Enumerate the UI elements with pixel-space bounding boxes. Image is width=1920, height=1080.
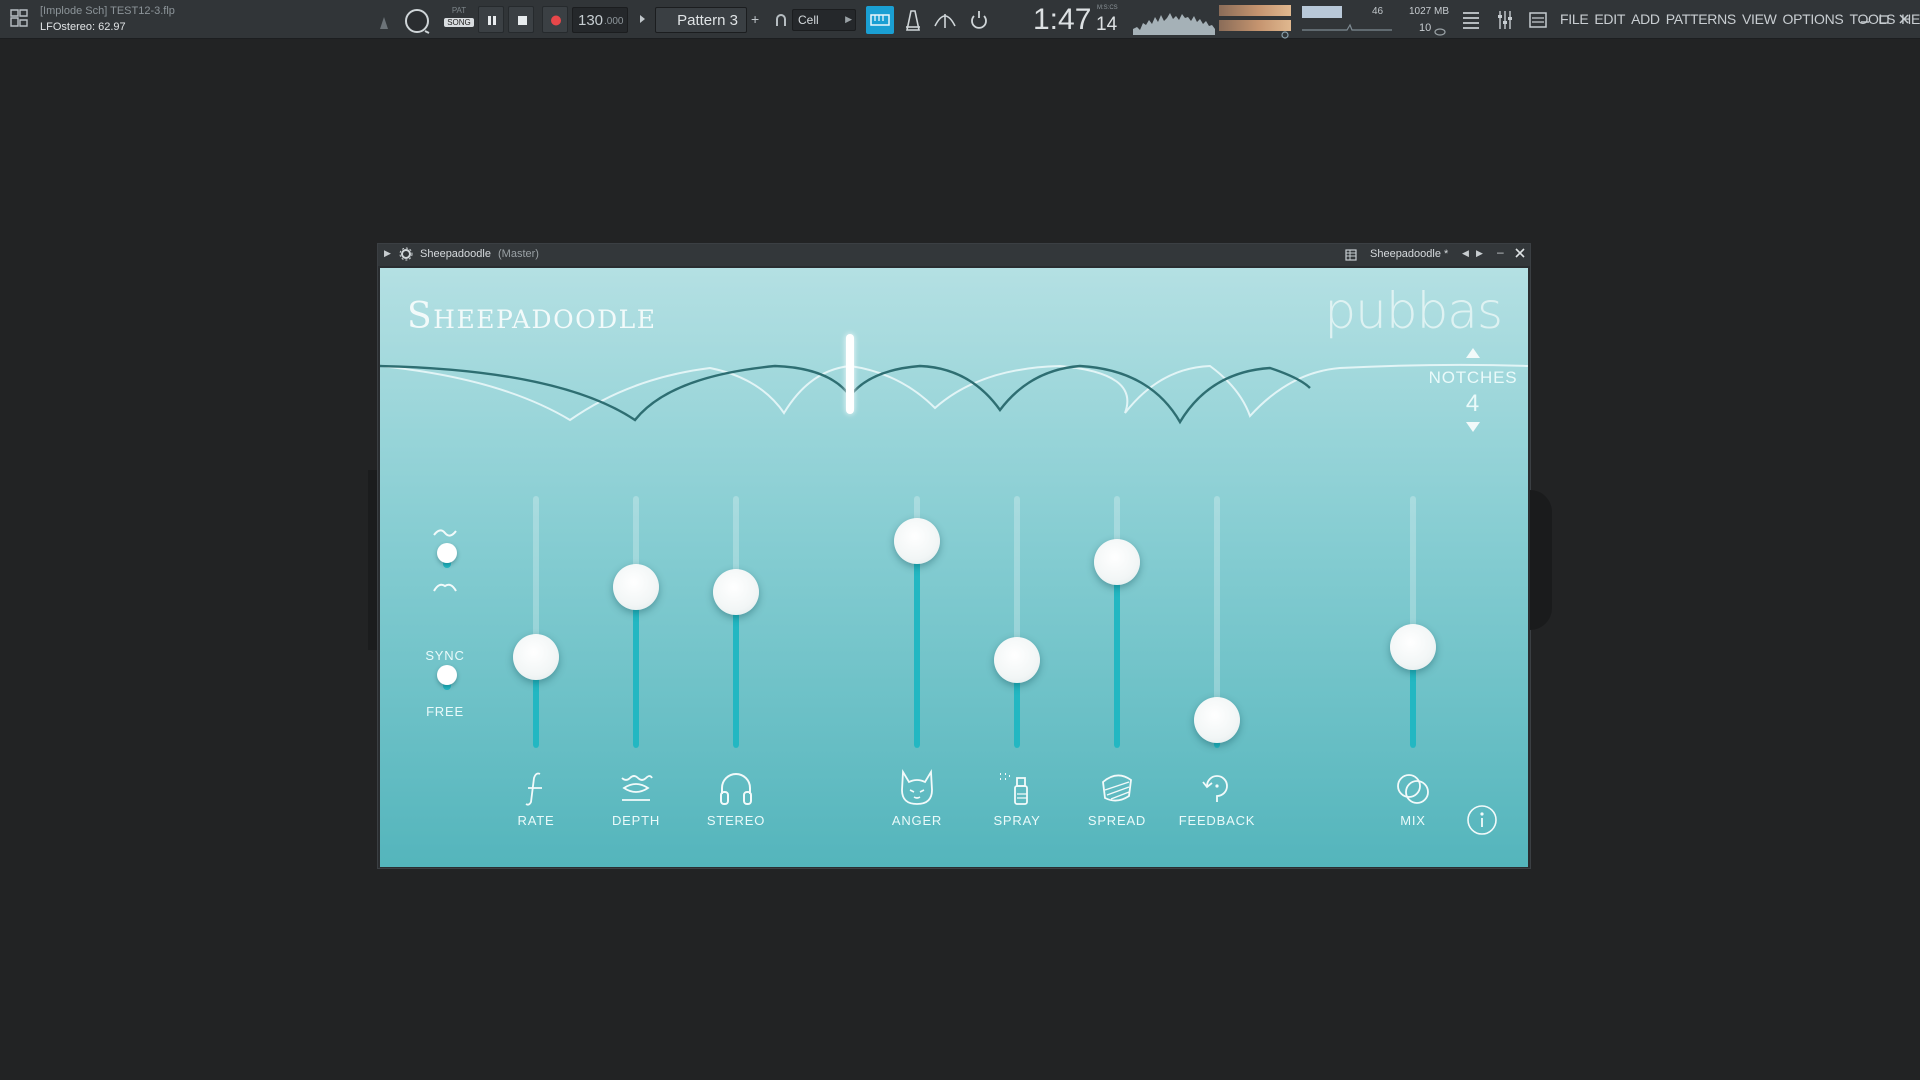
hint-bar: LFOstereo: 62.97 [40,21,126,33]
pattern-name: Pattern 3 [677,12,738,29]
memory-usage: 1027 MB [1409,6,1450,17]
pattern-prev-arrow-icon[interactable] [638,12,648,26]
window-minimize-icon[interactable]: – [1497,245,1504,259]
preset-browser-icon[interactable] [1344,248,1358,262]
oscilloscope-display[interactable] [1133,5,1215,35]
playlist-view-icon[interactable] [1460,8,1482,32]
preset-name[interactable]: Sheepadoodle * [1370,248,1448,260]
typing-keyboard-icon[interactable] [866,6,894,34]
mix-label: MIX [1400,813,1426,828]
project-name: [Implode Sch] TEST12-3.flp [40,5,175,17]
snap-selector[interactable]: Cell ▶ [792,9,856,31]
spread-slider-fill [1114,561,1120,748]
feedback-slider-handle[interactable] [1194,697,1240,744]
browser-toggle-icon[interactable] [8,6,30,30]
wait-for-input-icon[interactable] [932,6,958,34]
add-pattern-icon[interactable]: + [751,11,763,27]
mixer-view-icon[interactable] [1494,8,1516,32]
menu-patterns[interactable]: PATTERNS [1666,11,1737,27]
window-title: Sheepadoodle [420,248,491,260]
spray-label: SPRAY [993,813,1041,828]
anger-slider-fill [914,541,920,748]
anger-label: ANGER [891,813,943,828]
feedback-label: FEEDBACK [1178,813,1256,828]
time-sub: 14 [1096,14,1118,35]
background-window-edge [1530,490,1552,630]
snap-value: Cell [798,13,819,27]
master-pitch-knob-icon[interactable] [403,7,431,35]
channel-rack-icon[interactable] [1527,8,1549,32]
meter-eye-icon[interactable] [1280,27,1290,39]
rate-icon [516,768,556,808]
pattern-selector[interactable]: Pattern 3 [655,7,747,33]
rate-label: RATE [517,813,555,828]
tempo-value: 130 [578,12,604,29]
stereo-label: STEREO [706,813,766,828]
loop-record-icon[interactable] [966,6,992,34]
mix-icon [1393,768,1433,808]
stereo-slider-handle[interactable] [713,568,759,615]
depth-icon [616,768,656,808]
time-unit: M:S:CS [1097,5,1118,11]
menu-file[interactable]: FILE [1560,11,1589,27]
pause-button[interactable] [478,6,504,33]
menu-view[interactable]: VIEW [1742,11,1777,27]
metronome-small-icon[interactable] [378,16,390,30]
background-window-edge-left [368,470,377,650]
pat-song-switch[interactable]: PAT SONG [444,6,474,34]
depth-slider-handle[interactable] [613,563,659,610]
window-menu-arrow-icon[interactable]: ▶ [384,248,391,259]
window-close-icon[interactable] [1514,247,1526,259]
stop-button[interactable] [508,6,534,33]
menu-edit[interactable]: EDIT [1594,11,1625,27]
menu-add[interactable]: ADD [1631,11,1660,27]
app-minimize-icon[interactable] [1858,12,1872,26]
metronome-icon[interactable] [900,6,926,34]
preset-next-icon[interactable]: ▶ [1476,248,1483,259]
tempo-display[interactable]: 130 .000 [572,7,628,33]
snap-arrow-icon: ▶ [845,14,852,24]
cat-icon [897,768,937,808]
plugin-window: ▶ Sheepadoodle (Master) Sheepadoodle * ◀… [377,243,1531,869]
tempo-decimals: .000 [604,16,624,27]
window-title-suffix: (Master) [498,248,539,260]
cpu-value: 46 [1372,6,1384,17]
spray-bottle-icon [997,768,1037,808]
record-button[interactable] [542,6,568,33]
polyphony-icon [1434,24,1446,36]
polyphony-count: 10 [1419,22,1432,34]
app-close-icon[interactable] [1897,12,1911,26]
depth-slider-fill [633,586,639,748]
main-toolbar: [Implode Sch] TEST12-3.flp LFOstereo: 62… [0,0,1920,39]
sheepadoodle-panel: Sheepadoodle pubbas NOTCHES 4 SYNC FREE [380,268,1528,867]
spray-slider-handle[interactable] [994,636,1040,683]
spread-icon [1097,768,1137,808]
song-time-display[interactable]: 1:47 M:S:CS 14 [1030,2,1120,36]
info-icon[interactable] [1466,804,1498,836]
cpu-meter: 46 [1302,6,1392,34]
headphones-icon [716,768,756,808]
rate-slider-handle[interactable] [513,634,559,681]
depth-label: DEPTH [611,813,661,828]
plugin-window-titlebar[interactable]: ▶ Sheepadoodle (Master) Sheepadoodle * ◀… [378,244,1530,266]
song-label: SONG [444,18,474,27]
stereo-slider-fill [733,591,739,748]
parameter-sliders: RATE DEPTH STEREO ANGER SPRAY SPREAD FEEDBACK M… [380,268,1528,867]
anger-slider-handle[interactable] [894,518,940,565]
spread-label: SPREAD [1087,813,1147,828]
time-main: 1:47 [1033,3,1092,36]
pat-label: PAT [451,6,467,15]
menu-options[interactable]: OPTIONS [1783,11,1844,27]
snap-magnet-icon[interactable] [775,14,787,28]
spread-slider-handle[interactable] [1094,538,1140,585]
feedback-icon [1197,768,1237,808]
mix-slider-handle[interactable] [1390,624,1436,671]
preset-prev-icon[interactable]: ◀ [1462,248,1469,259]
app-restore-icon[interactable] [1877,12,1891,26]
plugin-settings-gear-icon[interactable] [399,247,413,261]
